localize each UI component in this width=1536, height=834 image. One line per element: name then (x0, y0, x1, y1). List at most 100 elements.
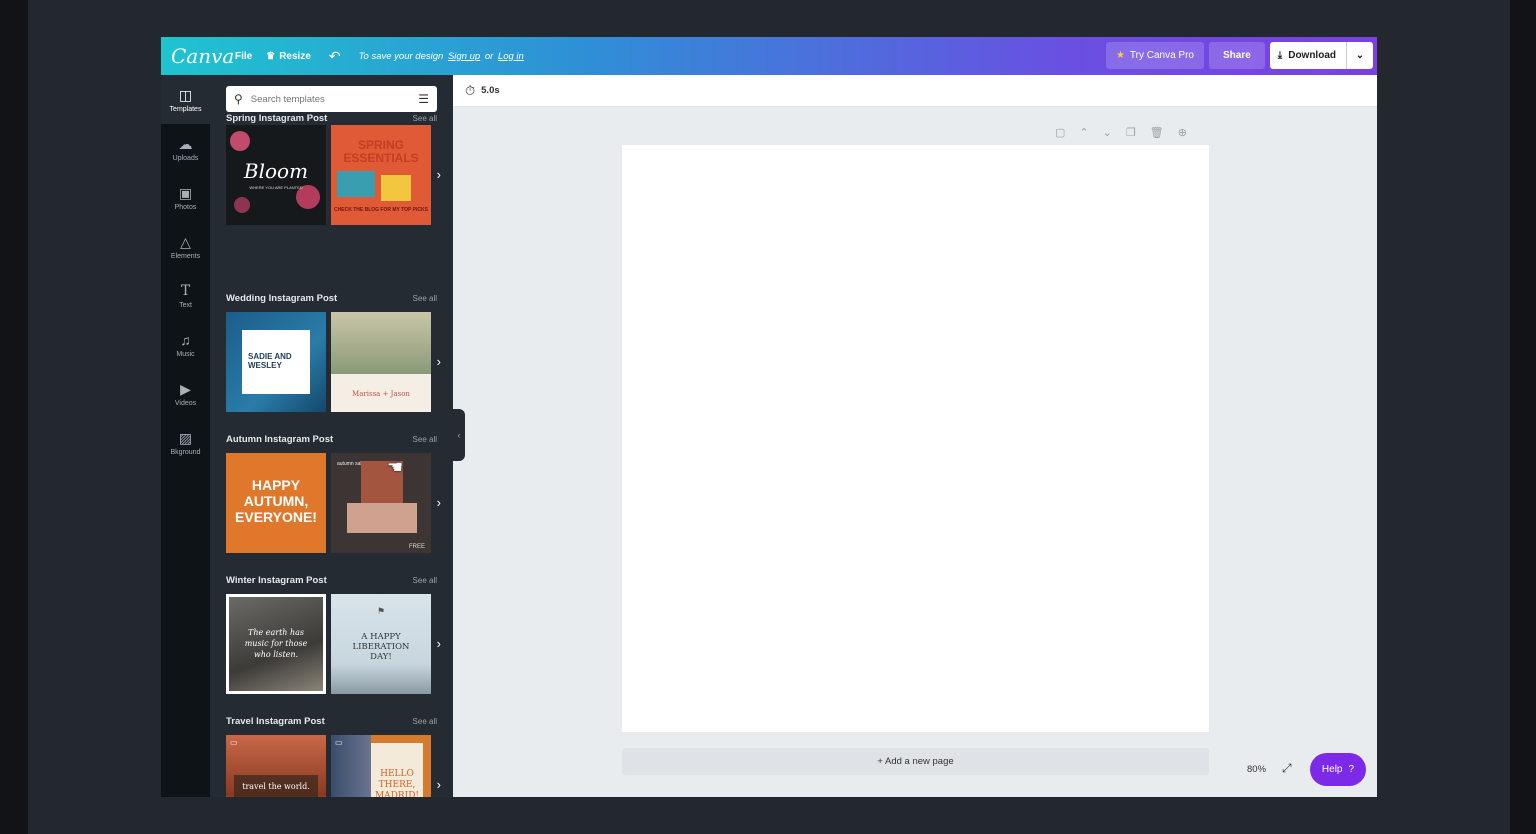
chevron-right-icon[interactable]: › (437, 167, 441, 182)
template-row: ▭ travel the world. ▭ HELLO THERE, MADRI… (226, 735, 441, 797)
add-page-button[interactable]: + Add a new page (622, 748, 1209, 775)
thumb-text: Marissa + Jason (352, 390, 410, 398)
rail-item-background[interactable]: ▨ Bkground (161, 418, 210, 467)
zoom-level[interactable]: 80% (1247, 764, 1266, 775)
rail-item-uploads[interactable]: ☁ Uploads (161, 124, 210, 173)
signup-link[interactable]: Sign up (448, 51, 480, 62)
resize-button[interactable]: ♛ Resize (266, 51, 311, 62)
rail-item-elements[interactable]: △ Elements (161, 222, 210, 271)
rail-item-photos[interactable]: ▣ Photos (161, 173, 210, 222)
rail-item-videos[interactable]: ▶ Videos (161, 369, 210, 418)
thumb-text: A HAPPY LIBERATION DAY! (352, 632, 410, 662)
section-title: Travel Instagram Post (226, 715, 325, 727)
add-page-icon[interactable]: ⊕ (1178, 126, 1187, 139)
template-thumbnail[interactable]: The earth has music for those who listen… (226, 594, 326, 694)
filter-icon[interactable]: ☰ (418, 92, 429, 106)
template-thumbnail[interactable]: SADIE AND WESLEY (226, 312, 326, 412)
chevron-right-icon[interactable]: › (437, 495, 441, 510)
rail-item-music[interactable]: ♫ Music (161, 320, 210, 369)
thumb-text: SPRING ESSENTIALS (343, 138, 419, 165)
flower-shape (234, 197, 250, 213)
share-button[interactable]: Share (1209, 42, 1265, 69)
section-travel: Travel Instagram Post See all ▭ travel t… (226, 714, 441, 797)
design-page[interactable] (622, 145, 1209, 732)
help-button[interactable]: Help ? (1310, 753, 1366, 786)
video-icon: ▭ (335, 738, 343, 747)
color-block (347, 503, 417, 533)
top-bar: Canva File ♛ Resize ↶ To save your desig… (161, 37, 1377, 75)
template-thumbnail[interactable]: autumn sale FREE (331, 453, 431, 553)
collapse-panel-handle[interactable]: ‹ (453, 409, 465, 461)
or-text: or (484, 50, 494, 62)
see-all-link[interactable]: See all (413, 114, 437, 123)
timer-icon[interactable]: ⏱ (465, 83, 475, 99)
duplicate-icon[interactable]: ❐ (1126, 126, 1136, 139)
resize-label: Resize (279, 50, 311, 62)
trash-icon[interactable]: 🗑 (1150, 126, 1164, 139)
hand-cursor-icon: ☚ (387, 457, 404, 477)
thumb-text: Bloom (243, 159, 309, 183)
section-winter: Winter Instagram Post See all The earth … (226, 573, 441, 694)
template-thumbnail[interactable]: ▭ travel the world. (226, 735, 326, 797)
screen-bezel-left (0, 0, 28, 834)
landscape-photo: The earth has music for those who listen… (229, 597, 323, 691)
template-row: The earth has music for those who listen… (226, 594, 441, 694)
try-pro-button[interactable]: ★ Try Canva Pro (1105, 42, 1204, 69)
page-tools: ▢ ⌃ ⌄ ❐ 🗑 ⊕ (1055, 126, 1187, 139)
thumb-text: The earth has music for those who listen… (244, 628, 308, 659)
search-icon: ⚲ (234, 92, 243, 106)
template-thumbnail[interactable]: ⚑ A HAPPY LIBERATION DAY! (331, 594, 431, 694)
upload-icon: ☁ (178, 135, 193, 152)
canva-logo[interactable]: Canva (171, 44, 234, 68)
flower-shape (230, 131, 250, 151)
thumb-subtext: WHERE YOU ARE PLANTED (249, 185, 303, 190)
chevron-up-icon[interactable]: ⌃ (1079, 126, 1088, 139)
side-rail: ◫ Templates ☁ Uploads ▣ Photos △ Element… (161, 75, 210, 797)
section-header: Travel Instagram Post See all (226, 714, 437, 728)
photo-block (381, 175, 411, 201)
search-input[interactable] (250, 93, 401, 105)
shapes-icon: △ (180, 233, 191, 250)
template-thumbnail[interactable]: Marissa + Jason (331, 312, 431, 412)
template-thumbnail[interactable]: SPRING ESSENTIALS CHECK THE BLOG FOR MY … (331, 125, 431, 225)
template-row: HAPPY AUTUMN, EVERYONE! autumn sale FREE… (226, 453, 441, 553)
crown-icon: ♛ (266, 50, 276, 62)
see-all-link[interactable]: See all (413, 576, 437, 585)
thumb-text: SADIE AND WESLEY (248, 352, 292, 370)
photo-icon: ▣ (178, 184, 193, 201)
music-icon: ♫ (180, 331, 191, 348)
see-all-link[interactable]: See all (413, 435, 437, 444)
chevron-right-icon[interactable]: › (437, 777, 441, 792)
section-header: Winter Instagram Post See all (226, 573, 437, 587)
rail-label: Text (179, 301, 192, 309)
note-icon[interactable]: ▢ (1055, 126, 1065, 139)
page-duration[interactable]: 5.0s (481, 85, 500, 96)
template-thumbnail[interactable]: HAPPY AUTUMN, EVERYONE! (226, 453, 326, 553)
chevron-right-icon[interactable]: › (437, 636, 441, 651)
rail-item-templates[interactable]: ◫ Templates (161, 75, 210, 124)
template-thumbnail[interactable]: ▭ HELLO THERE, MADRID! (331, 735, 431, 797)
background-icon: ▨ (178, 429, 193, 446)
login-link[interactable]: Log in (498, 51, 524, 62)
section-header: Wedding Instagram Post See all (226, 291, 437, 305)
undo-icon[interactable]: ↶ (329, 48, 341, 65)
section-title: Autumn Instagram Post (226, 433, 334, 445)
see-all-link[interactable]: See all (413, 717, 437, 726)
rail-label: Videos (174, 399, 197, 407)
save-text: To save your design (358, 50, 444, 62)
chevron-right-icon[interactable]: › (437, 354, 441, 369)
rail-item-text[interactable]: T Text (161, 271, 210, 320)
chevron-down-icon[interactable]: ⌄ (1347, 50, 1373, 61)
rail-label: Bkground (170, 448, 201, 456)
section-title: Wedding Instagram Post (226, 292, 338, 304)
couple-photo (331, 312, 431, 374)
download-label: Download (1288, 50, 1336, 61)
template-thumbnail[interactable]: Bloom WHERE YOU ARE PLANTED (226, 125, 326, 225)
section-wedding: Wedding Instagram Post See all SADIE AND… (226, 291, 441, 412)
download-button[interactable]: ⤓ Download (1270, 42, 1347, 69)
see-all-link[interactable]: See all (413, 294, 437, 303)
star-icon: ★ (1115, 50, 1125, 61)
expand-icon[interactable]: ⤢ (1282, 761, 1292, 776)
file-menu[interactable]: File (235, 51, 252, 62)
chevron-down-icon[interactable]: ⌄ (1103, 126, 1112, 139)
